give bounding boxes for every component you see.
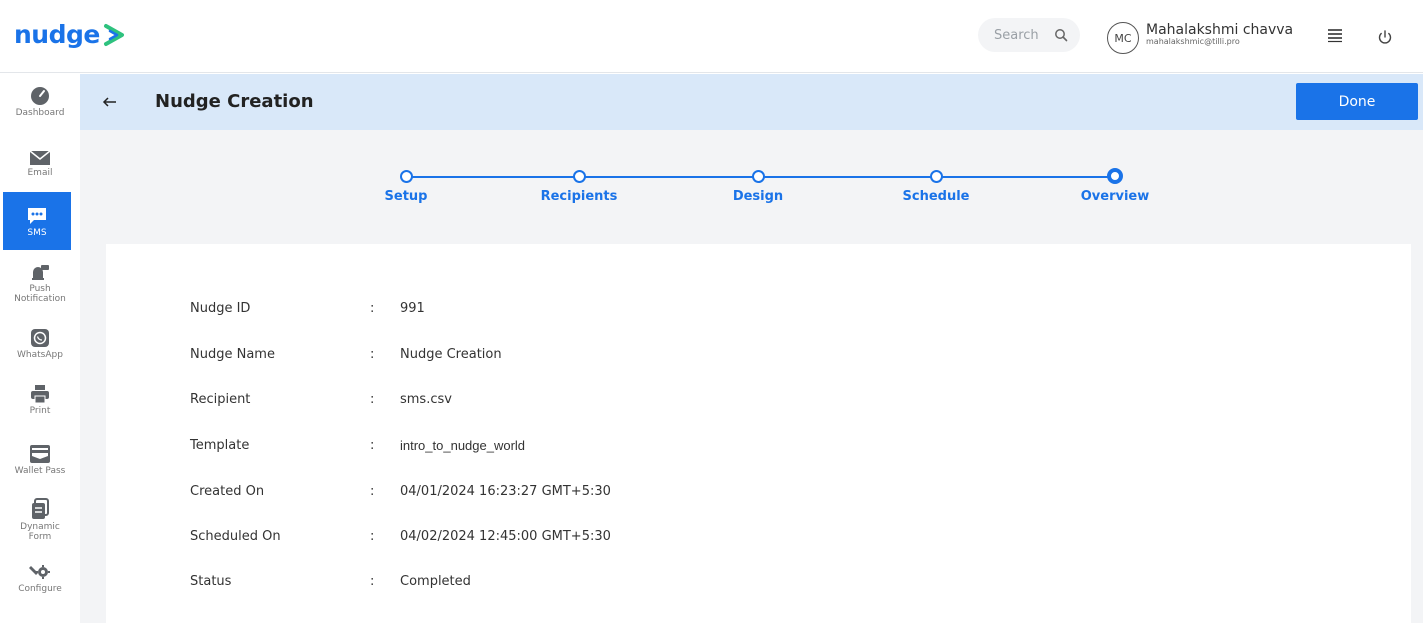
nudge-logo[interactable]: nudge bbox=[14, 20, 128, 49]
print-icon bbox=[31, 385, 49, 404]
row-key: Nudge ID bbox=[190, 301, 251, 316]
overview-panel: Nudge ID : 991 Nudge Name : Nudge Creati… bbox=[106, 244, 1411, 623]
sidebar-item-label: Dashboard bbox=[15, 108, 65, 118]
step-setup[interactable]: Setup bbox=[385, 189, 428, 204]
logo-chevron-icon bbox=[103, 23, 124, 46]
sidebar-item-wallet-pass[interactable]: Wallet Pass bbox=[0, 444, 80, 476]
sidebar-item-sms[interactable]: SMS bbox=[3, 192, 71, 250]
user-email: mahalakshmic@tilli.pro bbox=[1146, 37, 1240, 46]
row-separator: : bbox=[370, 301, 375, 316]
sidebar-item-label: Email bbox=[27, 168, 53, 178]
logo-text: nudge bbox=[14, 20, 100, 49]
sidebar: Dashboard Email SMS Push Notification Wh… bbox=[0, 74, 80, 623]
row-key: Scheduled On bbox=[190, 529, 281, 544]
whatsapp-icon bbox=[31, 329, 49, 347]
row-separator: : bbox=[370, 438, 375, 453]
user-name: Mahalakshmi chavva bbox=[1146, 22, 1294, 38]
sidebar-item-label: Dynamic Form bbox=[20, 522, 60, 542]
sidebar-item-push-notification[interactable]: Push Notification bbox=[0, 262, 80, 304]
sidebar-item-label: SMS bbox=[27, 228, 47, 238]
sidebar-item-print[interactable]: Print bbox=[0, 384, 80, 416]
sidebar-item-dynamic-form[interactable]: Dynamic Form bbox=[0, 498, 80, 542]
push-notification-icon bbox=[32, 265, 49, 280]
step-dot-overview[interactable] bbox=[1107, 168, 1123, 184]
sidebar-item-email[interactable]: Email bbox=[0, 150, 80, 178]
row-key: Template bbox=[190, 438, 250, 453]
row-value: 04/02/2024 12:45:00 GMT+5:30 bbox=[400, 529, 611, 544]
power-icon[interactable] bbox=[1376, 28, 1394, 46]
sidebar-item-label: Wallet Pass bbox=[14, 466, 66, 476]
search-input[interactable] bbox=[994, 27, 1052, 43]
step-design[interactable]: Design bbox=[733, 189, 783, 204]
step-dot-design[interactable] bbox=[752, 170, 765, 183]
stepper: Setup Recipients Design Schedule Overvie… bbox=[80, 130, 1423, 240]
sidebar-item-configure[interactable]: Configure bbox=[0, 562, 80, 594]
row-key: Recipient bbox=[190, 392, 251, 407]
page-title: Nudge Creation bbox=[155, 91, 314, 112]
done-button[interactable]: Done bbox=[1296, 83, 1418, 120]
dashboard-icon bbox=[31, 87, 49, 105]
row-separator: : bbox=[370, 392, 375, 407]
step-dot-schedule[interactable] bbox=[930, 170, 943, 183]
row-value: intro_to_nudge_world bbox=[400, 438, 526, 453]
sidebar-item-label: Push Notification bbox=[14, 284, 66, 304]
main-content: Nudge Creation Done Setup Recipients Des… bbox=[80, 74, 1423, 623]
sidebar-item-label: Configure bbox=[18, 584, 62, 594]
row-separator: : bbox=[370, 347, 375, 362]
row-value: 991 bbox=[400, 301, 425, 316]
back-arrow-icon[interactable] bbox=[100, 92, 120, 112]
row-separator: : bbox=[370, 529, 375, 544]
email-icon bbox=[29, 150, 51, 165]
search-icon[interactable] bbox=[1054, 28, 1068, 42]
row-separator: : bbox=[370, 574, 375, 589]
sidebar-item-label: Print bbox=[29, 406, 51, 416]
title-bar: Nudge Creation Done bbox=[80, 74, 1423, 130]
configure-icon bbox=[29, 565, 50, 579]
sidebar-item-label: WhatsApp bbox=[17, 350, 63, 360]
sms-icon bbox=[28, 208, 46, 224]
wallet-pass-icon bbox=[30, 445, 50, 463]
row-key: Status bbox=[190, 574, 232, 589]
avatar[interactable]: MC bbox=[1107, 22, 1139, 54]
step-schedule[interactable]: Schedule bbox=[903, 189, 970, 204]
menu-icon[interactable] bbox=[1326, 26, 1344, 44]
step-dot-recipients[interactable] bbox=[573, 170, 586, 183]
search-box[interactable] bbox=[978, 18, 1080, 52]
row-value: Nudge Creation bbox=[400, 347, 502, 362]
dynamic-form-icon bbox=[32, 498, 49, 519]
row-key: Nudge Name bbox=[190, 347, 275, 362]
row-key: Created On bbox=[190, 484, 265, 499]
row-separator: : bbox=[370, 484, 375, 499]
sidebar-item-whatsapp[interactable]: WhatsApp bbox=[0, 328, 80, 360]
step-overview[interactable]: Overview bbox=[1081, 189, 1150, 204]
top-header: nudge MC Mahalakshmi chavva mahalakshmic… bbox=[0, 0, 1423, 73]
step-dot-setup[interactable] bbox=[400, 170, 413, 183]
row-value: Completed bbox=[400, 574, 471, 589]
sidebar-item-dashboard[interactable]: Dashboard bbox=[0, 86, 80, 118]
row-value: sms.csv bbox=[400, 392, 452, 407]
row-value: 04/01/2024 16:23:27 GMT+5:30 bbox=[400, 484, 611, 499]
step-recipients[interactable]: Recipients bbox=[541, 189, 618, 204]
